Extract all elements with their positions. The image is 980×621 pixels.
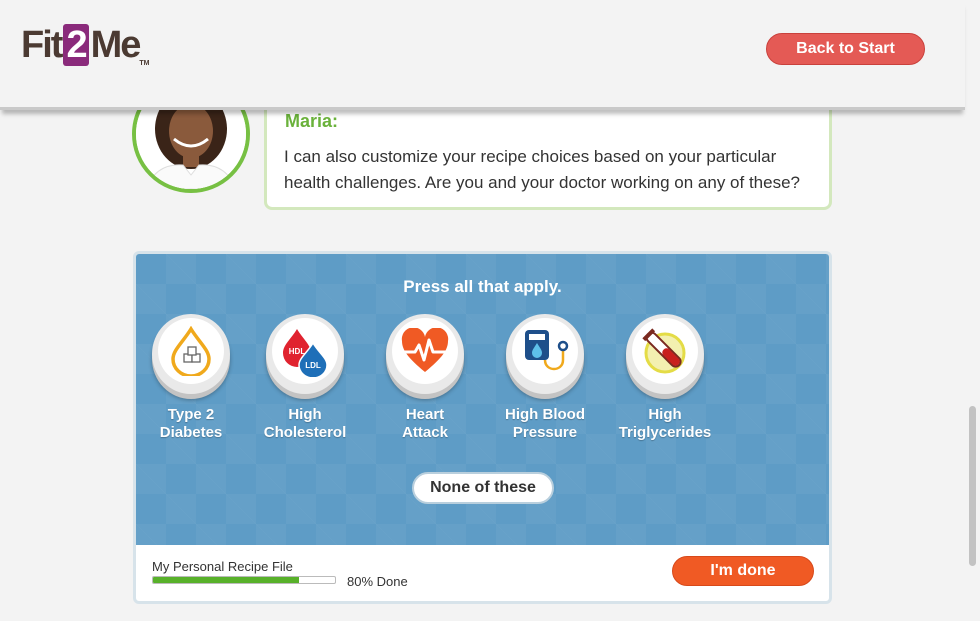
option-label-type-2-diabetes: Type 2 Diabetes [159, 406, 223, 441]
option-heart-attack[interactable]: Heart Attack [370, 314, 480, 442]
logo-trademark: TM [139, 60, 150, 67]
svg-text:LDL: LDL [305, 361, 321, 370]
heart-pulse-icon [401, 328, 449, 372]
logo-text-me: Me [90, 24, 142, 66]
option-button-high-triglycerides[interactable] [626, 314, 704, 394]
health-challenges-panel: Press all that apply. Type 2 Diabetes HD… [133, 251, 832, 604]
option-type-2-diabetes[interactable]: Type 2 Diabetes [136, 314, 246, 442]
instruction-text: Press all that apply. [403, 277, 562, 296]
speech-message: I can also customize your recipe choices… [284, 147, 801, 192]
page-header: Fit 2 MeTM Back to Start [0, 0, 965, 110]
option-label-heart-attack: Heart Attack [402, 406, 448, 441]
option-label-high-blood-pressure: High Blood Pressure [505, 406, 585, 441]
option-button-type-2-diabetes[interactable] [152, 314, 230, 394]
page-scrollbar[interactable] [965, 0, 980, 621]
blood-pressure-monitor-icon [525, 330, 569, 371]
option-label-high-cholesterol: High Cholesterol [263, 406, 347, 441]
none-of-these-button[interactable]: None of these [412, 472, 554, 504]
im-done-button[interactable]: I'm done [672, 556, 814, 586]
logo-text-fit: Fit [21, 24, 63, 66]
progress-text: 80% Done [347, 574, 408, 589]
logo-text-2: 2 [63, 24, 89, 66]
recipe-file-label: My Personal Recipe File [152, 559, 293, 574]
option-label-high-triglycerides: High Triglycerides [618, 406, 712, 441]
option-button-high-blood-pressure[interactable] [506, 314, 584, 394]
options-area: Press all that apply. Type 2 Diabetes HD… [136, 254, 829, 545]
svg-text:HDL: HDL [289, 347, 306, 356]
option-high-cholesterol[interactable]: HDL LDL High Cholesterol [250, 314, 360, 442]
fit2me-logo[interactable]: Fit 2 MeTM [21, 24, 149, 67]
back-to-start-button[interactable]: Back to Start [766, 33, 925, 65]
option-button-heart-attack[interactable] [386, 314, 464, 394]
recipe-progress-fill [153, 577, 299, 583]
scrollbar-thumb[interactable] [969, 406, 976, 566]
recipe-progress-bar [152, 576, 336, 584]
test-tube-icon [642, 328, 686, 374]
option-high-triglycerides[interactable]: High Triglycerides [610, 314, 720, 442]
speaker-name: Maria: [285, 111, 339, 131]
option-button-high-cholesterol[interactable]: HDL LDL [266, 314, 344, 394]
hdl-ldl-drops-icon: HDL LDL [283, 329, 328, 377]
option-high-blood-pressure[interactable]: High Blood Pressure [490, 314, 600, 442]
sugar-drop-icon [171, 326, 211, 376]
